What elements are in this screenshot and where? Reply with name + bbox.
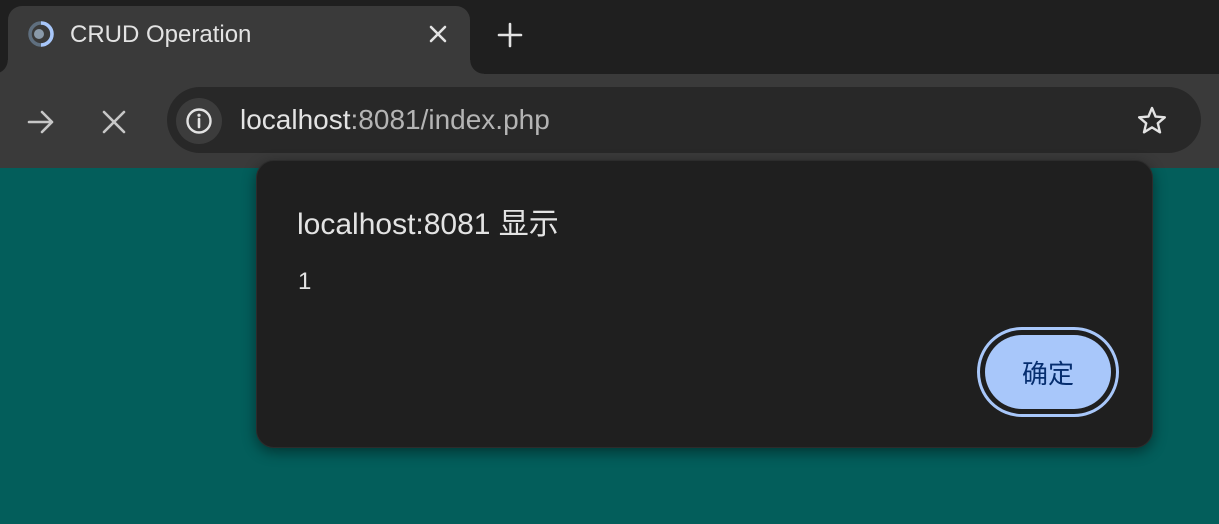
ok-button[interactable]: 确定 xyxy=(985,335,1111,409)
url-text: localhost:8081/index.php xyxy=(240,104,550,136)
info-icon[interactable] xyxy=(176,98,222,144)
browser-tab[interactable]: CRUD Operation xyxy=(0,6,484,74)
stop-loading-icon[interactable] xyxy=(98,106,130,138)
tab-title: CRUD Operation xyxy=(70,21,252,48)
dialog-title: localhost:8081 显示 xyxy=(297,208,559,241)
star-icon[interactable] xyxy=(1135,104,1169,138)
tab-strip: CRUD Operation xyxy=(0,0,1219,74)
url-host: localhost xyxy=(240,104,351,135)
loading-spinner-icon xyxy=(27,20,55,48)
url-path: :8081/index.php xyxy=(350,104,550,135)
browser-toolbar: localhost:8081/index.php xyxy=(0,74,1219,168)
arrow-right-icon[interactable] xyxy=(25,106,57,138)
plus-icon[interactable] xyxy=(495,20,525,50)
address-bar[interactable]: localhost:8081/index.php xyxy=(167,87,1201,153)
close-icon[interactable] xyxy=(425,21,451,47)
alert-dialog: localhost:8081 显示 1 确定 xyxy=(256,160,1153,448)
ok-button-focus-ring: 确定 xyxy=(977,327,1119,417)
dialog-message: 1 xyxy=(298,268,312,295)
